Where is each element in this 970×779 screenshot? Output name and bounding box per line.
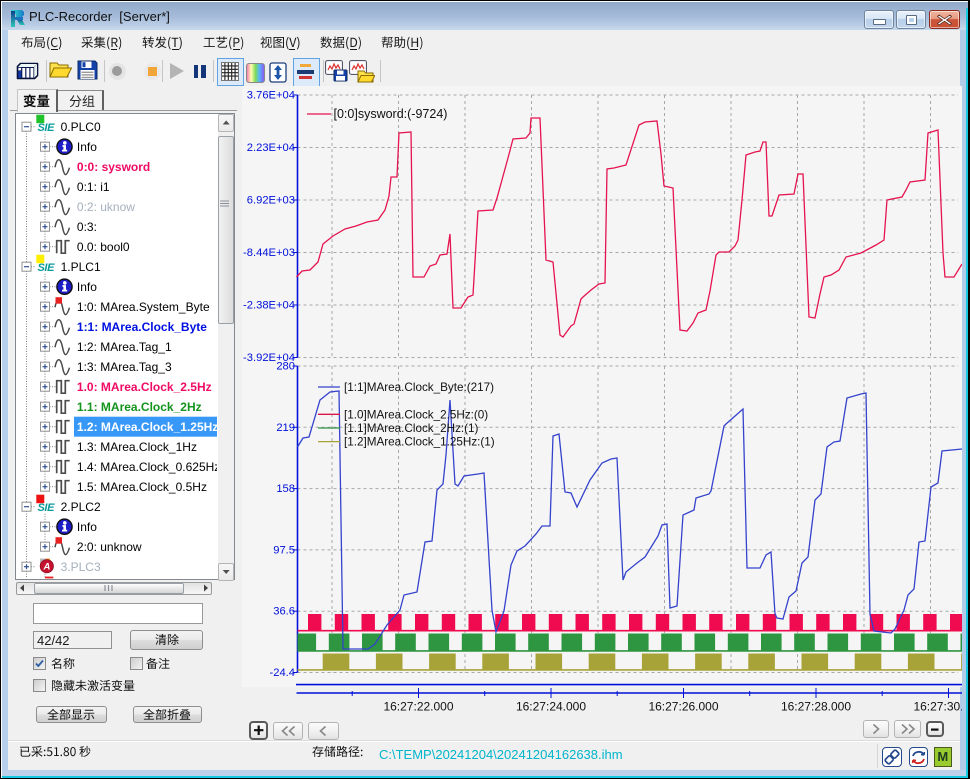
svg-text:36.6: 36.6 (273, 606, 295, 618)
svg-text:280: 280 (276, 361, 295, 373)
svg-text:0.PLC0: 0.PLC0 (61, 120, 101, 134)
svg-text:0:0: sysword: 0:0: sysword (77, 160, 150, 174)
svg-text:1.1: MArea.Clock_2Hz: 1.1: MArea.Clock_2Hz (77, 400, 202, 414)
svg-text:1.5: MArea.Clock_0.5Hz: 1.5: MArea.Clock_0.5Hz (77, 480, 207, 494)
svg-text:SIE: SIE (38, 122, 56, 134)
svg-text:[1.1]MArea.Clock_2Hz:(1): [1.1]MArea.Clock_2Hz:(1) (344, 422, 479, 435)
svg-text:[1:1]MArea.Clock_Byte:(217): [1:1]MArea.Clock_Byte:(217) (344, 381, 494, 394)
svg-text:-2.38E+04: -2.38E+04 (243, 300, 295, 312)
svg-text:6.92E+03: 6.92E+03 (247, 195, 295, 207)
svg-text:0.0: bool0: 0.0: bool0 (77, 240, 130, 254)
svg-text:16:27:30.000: 16:27:30.000 (913, 700, 962, 714)
svg-text:0:1: i1: 0:1: i1 (77, 180, 110, 194)
svg-text:1.2: MArea.Clock_1.25Hz: 1.2: MArea.Clock_1.25Hz (77, 420, 217, 434)
svg-text:[0:0]sysword:(-9724): [0:0]sysword:(-9724) (334, 107, 448, 121)
svg-text:16:27:26.000: 16:27:26.000 (648, 700, 718, 714)
svg-text:-8.44E+03: -8.44E+03 (243, 247, 295, 259)
svg-text:[1.0]MArea.Clock_2.5Hz:(0): [1.0]MArea.Clock_2.5Hz:(0) (344, 408, 488, 421)
svg-text:2.PLC2: 2.PLC2 (61, 500, 101, 514)
svg-text:1.3: MArea.Clock_1Hz: 1.3: MArea.Clock_1Hz (77, 440, 197, 454)
svg-text:1.PLC1: 1.PLC1 (61, 260, 101, 274)
svg-text:158: 158 (276, 483, 295, 495)
svg-text:0:2: uknow: 0:2: uknow (77, 200, 135, 214)
svg-text:16:27:22.000: 16:27:22.000 (383, 700, 453, 714)
svg-text:-24.4: -24.4 (270, 667, 296, 679)
svg-text:97.5: 97.5 (273, 544, 295, 556)
svg-text:2:0: unknow: 2:0: unknow (77, 540, 142, 554)
svg-text:219: 219 (276, 422, 295, 434)
svg-text:1:2: MArea.Tag_1: 1:2: MArea.Tag_1 (77, 340, 172, 354)
svg-text:16:27:28.000: 16:27:28.000 (781, 700, 851, 714)
svg-text:SIE: SIE (38, 262, 56, 274)
svg-text:1.4: MArea.Clock_0.625Hz: 1.4: MArea.Clock_0.625Hz (77, 460, 217, 474)
svg-text:[1.2]MArea.Clock_1.25Hz:(1): [1.2]MArea.Clock_1.25Hz:(1) (344, 436, 495, 449)
svg-text:A: A (42, 562, 50, 573)
svg-text:Info: Info (77, 280, 97, 294)
svg-text:Info: Info (77, 140, 97, 154)
svg-text:1:3: MArea.Tag_3: 1:3: MArea.Tag_3 (77, 360, 172, 374)
svg-text:1:1: MArea.Clock_Byte: 1:1: MArea.Clock_Byte (77, 320, 207, 334)
svg-text:0:3:: 0:3: (77, 220, 97, 234)
svg-text:1.0: MArea.Clock_2.5Hz: 1.0: MArea.Clock_2.5Hz (77, 380, 212, 394)
svg-text:3.76E+04: 3.76E+04 (247, 90, 295, 102)
svg-text:SIE: SIE (38, 502, 56, 514)
svg-text:16:27:24.000: 16:27:24.000 (516, 700, 586, 714)
svg-text:2.23E+04: 2.23E+04 (247, 142, 295, 154)
svg-text:Info: Info (77, 520, 97, 534)
svg-text:1:0: MArea.System_Byte: 1:0: MArea.System_Byte (77, 300, 210, 314)
svg-text:3.PLC3: 3.PLC3 (61, 560, 101, 574)
